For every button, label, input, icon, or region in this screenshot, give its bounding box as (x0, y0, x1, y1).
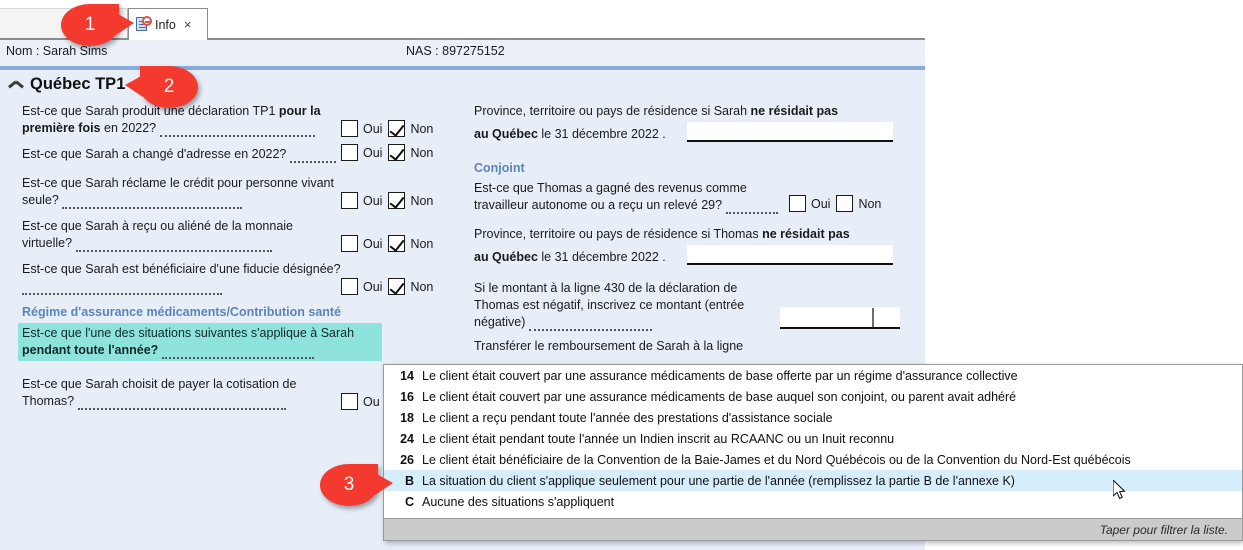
question-situations-applies-text: Est-ce que l'une des situations suivante… (22, 326, 355, 359)
checkbox-non-designated-trust[interactable] (388, 278, 406, 295)
tab-info[interactable]: Info × (128, 8, 208, 40)
question-virtual-currency-text: Est-ce que Sarah à reçu ou aliéné de la … (22, 219, 294, 252)
section-divider (0, 66, 925, 70)
checkbox-oui-address-change[interactable] (341, 144, 358, 161)
cents-separator (872, 308, 874, 327)
client-sin: NAS : 897275152 (406, 44, 505, 58)
annotation-marker-1: 1 (61, 4, 134, 46)
label-non: Non (410, 193, 434, 208)
checkbox-non-first-tp1[interactable] (388, 120, 406, 137)
close-icon[interactable]: × (184, 18, 192, 31)
list-item-code: 24 (400, 431, 414, 446)
list-item-code: 26 (400, 452, 414, 467)
list-item[interactable]: 16 Le client était couvert par une assur… (384, 386, 1242, 407)
question-address-change-text: Est-ce que Sarah a changé d'adresse en 2… (22, 146, 344, 163)
list-item-code: 18 (400, 410, 414, 425)
list-item[interactable]: 18 Le client a reçu pendant toute l'anné… (384, 407, 1242, 428)
question-first-tp1-text: Est-ce que Sarah produit une déclaration… (22, 104, 321, 137)
mouse-cursor-icon (1113, 480, 1126, 500)
list-item-code: 14 (400, 368, 414, 383)
question-spouse-self-employment-text: Est-ce que Thomas a gagné des revenus co… (474, 180, 792, 214)
residence-thomas-line1: Province, territoire ou pays de résidenc… (474, 227, 850, 241)
checkbox-oui-spouse-self-employment[interactable] (789, 195, 806, 212)
question-spouse-self-employment-answers: Oui Non (789, 195, 887, 212)
tab-strip: Info × (0, 0, 925, 40)
list-item[interactable]: 26 Le client était bénéficiaire de la Co… (384, 449, 1242, 470)
question-designated-trust-answers: Oui Non (341, 278, 439, 295)
label-oui: Oui (363, 145, 383, 160)
annotation-marker-3-number: 3 (343, 474, 355, 495)
drug-plan-heading: Régime d'assurance médicaments/Contribut… (22, 305, 342, 319)
annotation-marker-1-number: 1 (84, 14, 96, 35)
checkbox-non-address-change[interactable] (388, 144, 406, 161)
list-item-label: Le client était bénéficiaire de la Conve… (422, 452, 1131, 467)
list-item[interactable]: 24 Le client était pendant toute l'année… (384, 428, 1242, 449)
label-non: Non (410, 121, 434, 136)
app-root: Info × Nom : Sarah Sims NAS : 897275152 … (0, 0, 1243, 550)
chevron-up-icon[interactable] (6, 77, 26, 91)
transfer-refund-label: Transférer le remboursement de Sarah à l… (474, 339, 744, 353)
question-living-alone-credit-text: Est-ce que Sarah réclame le crédit pour … (22, 176, 334, 209)
label-oui: Ou (363, 394, 380, 409)
list-item-label: Aucune des situations s'appliquent (422, 494, 615, 509)
identity-bar: Nom : Sarah Sims NAS : 897275152 (0, 40, 925, 64)
label-oui: Oui (363, 193, 383, 208)
residence-sarah-input[interactable] (687, 122, 893, 142)
document-blocked-icon (135, 16, 152, 33)
label-non: Non (858, 196, 882, 211)
annotation-marker-2-number: 2 (163, 76, 175, 97)
list-item-label: Le client a reçu pendant toute l'année d… (422, 410, 833, 425)
residence-thomas-line2: au Québec le 31 décembre 2022 . (474, 250, 666, 264)
question-virtual-currency-answers: Oui Non (341, 235, 439, 252)
checkbox-oui-pay-thomas[interactable] (341, 393, 358, 410)
annotation-marker-2: 2 (125, 66, 198, 108)
residence-sarah-line1: Province, territoire ou pays de résidenc… (474, 104, 839, 118)
checkbox-non-virtual-currency[interactable] (388, 235, 406, 252)
question-address-change-answers: Oui Non (341, 144, 439, 161)
checkbox-non-spouse-self-employment[interactable] (836, 195, 854, 212)
list-item-label: Le client était couvert par une assuranc… (422, 368, 1018, 383)
list-item-label: La situation du client s'applique seulem… (422, 473, 1015, 488)
client-name: Nom : Sarah Sims (6, 44, 108, 58)
checkbox-non-living-alone[interactable] (388, 192, 406, 209)
checkbox-oui-living-alone[interactable] (341, 192, 358, 209)
section-title: Québec TP1 (30, 74, 126, 93)
dropdown-filter-hint: Taper pour filtrer la liste. (384, 518, 1242, 540)
label-oui: Oui (363, 279, 383, 294)
label-non: Non (410, 279, 434, 294)
list-item-label: Le client était couvert par une assuranc… (422, 389, 1017, 404)
list-item-code: C (404, 494, 414, 509)
list-item[interactable]: 14 Le client était couvert par une assur… (384, 365, 1242, 386)
question-designated-trust-text: Est-ce que Sarah est bénéficiaire d'une … (22, 261, 344, 295)
list-item-code: 16 (400, 389, 414, 404)
spouse-heading: Conjoint (474, 161, 525, 175)
checkbox-oui-designated-trust[interactable] (341, 278, 358, 295)
label-oui: Oui (363, 236, 383, 251)
label-non: Non (410, 145, 434, 160)
negative-amount-input[interactable] (780, 307, 900, 329)
tab-info-label: Info (155, 17, 176, 32)
negative-amount-label: Si le montant à la ligne 430 de la décla… (474, 281, 745, 331)
question-pay-thomas-contribution-text: Est-ce que Sarah choisit de payer la cot… (22, 377, 297, 410)
question-first-tp1-answers: Oui Non (341, 120, 439, 137)
annotation-marker-3: 3 (320, 464, 393, 506)
residence-thomas-input[interactable] (687, 245, 893, 265)
label-oui: Oui (811, 196, 831, 211)
residence-sarah-line2: au Québec le 31 décembre 2022 . (474, 127, 666, 141)
label-oui: Oui (363, 121, 383, 136)
situations-dropdown-list[interactable]: 14 Le client était couvert par une assur… (383, 364, 1243, 541)
question-living-alone-credit-answers: Oui Non (341, 192, 439, 209)
label-non: Non (410, 236, 434, 251)
checkbox-oui-first-tp1[interactable] (341, 120, 358, 137)
question-pay-thomas-contribution-answers: Ou (341, 393, 386, 410)
list-item-label: Le client était pendant toute l'année un… (422, 431, 895, 446)
checkbox-oui-virtual-currency[interactable] (341, 235, 358, 252)
